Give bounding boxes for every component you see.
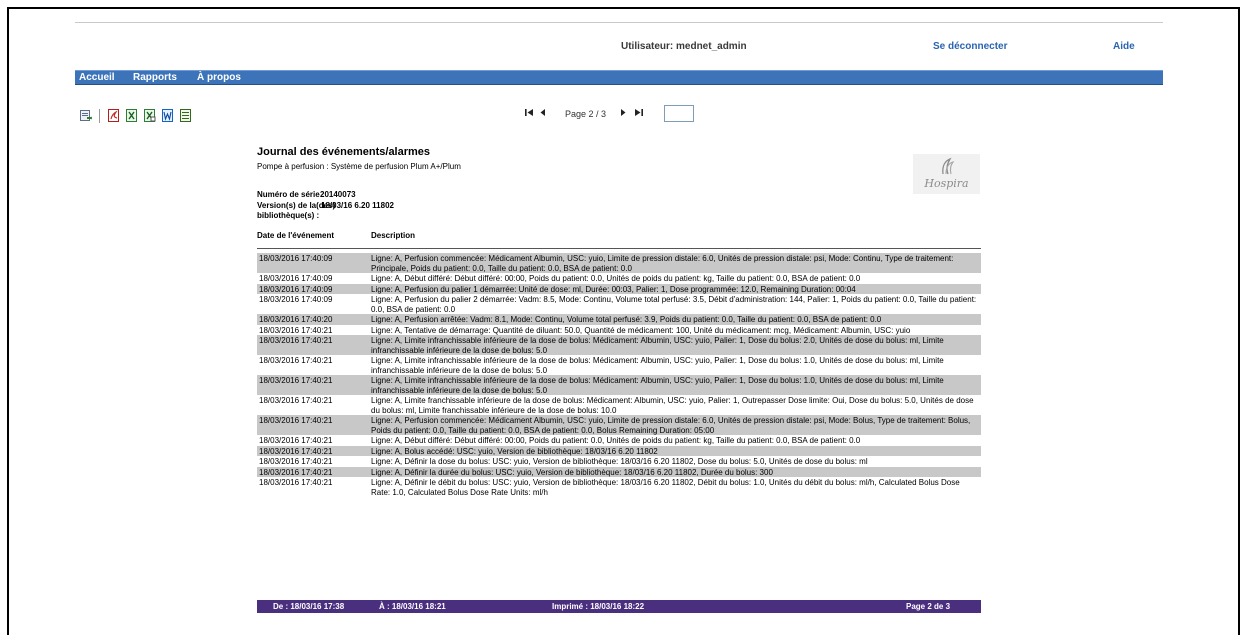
page-indicator: Page 2 / 3	[565, 109, 607, 119]
event-date: 18/03/2016 17:40:21	[259, 356, 333, 365]
last-page-icon	[635, 109, 643, 116]
table-row: 18/03/2016 17:40:21 Ligne: A, Limite infr…	[257, 355, 981, 375]
csv-icon[interactable]	[180, 109, 192, 122]
event-date: 18/03/2016 17:40:21	[259, 446, 333, 456]
table-row: 18/03/2016 17:40:21 Ligne: A, Limite infr…	[257, 375, 981, 395]
help-link[interactable]: Aide	[1113, 41, 1135, 52]
table-row: 18/03/2016 17:40:20 Ligne: A, Perfusion a…	[257, 314, 981, 325]
event-date: 18/03/2016 17:40:21	[259, 336, 333, 345]
event-date: 18/03/2016 17:40:21	[259, 325, 333, 335]
previous-page-icon	[540, 109, 545, 116]
event-date: 18/03/2016 17:40:21	[259, 467, 333, 477]
event-description: Ligne: A, Perfusion du palier 2 démarrée…	[371, 295, 977, 314]
table-row: 18/03/2016 17:40:21 Ligne: A, Début diffé…	[257, 435, 981, 446]
table-row: 18/03/2016 17:40:21 Ligne: A, Limite fran…	[257, 395, 981, 415]
column-header-description: Description	[371, 231, 416, 240]
table-row: 18/03/2016 17:40:21 Ligne: A, Perfusion c…	[257, 415, 981, 435]
column-header-date: Date de l'événement	[257, 231, 335, 240]
event-description: Ligne: A, Début différé: Début différé: …	[371, 274, 861, 283]
event-description: Ligne: A, Limite franchissable inférieur…	[371, 396, 974, 415]
report-title: Journal des événements/alarmes	[257, 146, 431, 158]
event-date: 18/03/2016 17:40:09	[259, 284, 333, 294]
table-row: 18/03/2016 17:40:09 Ligne: A, Début diffé…	[257, 273, 981, 284]
event-description: Ligne: A, Limite infranchissable inférie…	[371, 336, 944, 355]
first-page-button[interactable]	[525, 108, 534, 119]
table-row: 18/03/2016 17:40:21 Ligne: A, Définir la …	[257, 466, 981, 477]
table-row: 18/03/2016 17:40:21 Ligne: A, Limite infr…	[257, 335, 981, 355]
excel-icon[interactable]	[126, 109, 138, 122]
event-date: 18/03/2016 17:40:21	[259, 436, 333, 445]
page-number-input[interactable]	[664, 105, 694, 122]
serial-number-value: 20140073	[320, 190, 356, 199]
event-description: Ligne: A, Perfusion arrêtée: Vadm: 8.1, …	[371, 315, 882, 324]
pdf-icon[interactable]	[108, 109, 120, 122]
previous-page-button[interactable]	[540, 108, 546, 119]
first-page-icon	[525, 109, 533, 116]
logo-text: Hospira	[924, 177, 969, 190]
event-date: 18/03/2016 17:40:09	[259, 254, 333, 263]
table-row: 18/03/2016 17:40:21 Ligne: A, Définir le …	[257, 477, 981, 497]
logo-mark-icon	[942, 157, 955, 175]
header-divider	[75, 22, 1163, 23]
event-description: Ligne: A, Définir la durée du bolus: USC…	[371, 467, 773, 477]
word-icon[interactable]	[162, 109, 174, 122]
event-date: 18/03/2016 17:40:21	[259, 457, 333, 466]
event-description: Ligne: A, Tentative de démarrage: Quanti…	[371, 325, 911, 335]
next-page-button[interactable]	[620, 108, 626, 119]
footer-from: De : 18/03/16 17:38	[273, 602, 345, 611]
hospira-logo: Hospira	[913, 154, 980, 194]
event-description: Ligne: A, Perfusion commencée: Médicamen…	[371, 254, 954, 273]
table-row: 18/03/2016 17:40:21 Ligne: A, Tentative d…	[257, 325, 981, 336]
footer-to: À : 18/03/16 18:21	[379, 602, 446, 611]
table-row: 18/03/2016 17:40:21 Ligne: A, Définir la …	[257, 456, 981, 467]
next-page-icon	[621, 109, 626, 116]
table-row: 18/03/2016 17:40:21 Ligne: A, Bolus accéd…	[257, 445, 981, 456]
main-menu-bar: Accueil Rapports À propos	[75, 70, 1163, 85]
report-footer: De : 18/03/16 17:38 À : 18/03/16 18:21 I…	[257, 600, 981, 613]
event-date: 18/03/2016 17:40:09	[259, 274, 333, 283]
event-date: 18/03/2016 17:40:21	[259, 376, 333, 385]
table-row: 18/03/2016 17:40:09 Ligne: A, Perfusion d…	[257, 294, 981, 314]
table-row: 18/03/2016 17:40:09 Ligne: A, Perfusion d…	[257, 283, 981, 294]
event-description: Ligne: A, Limite infranchissable inférie…	[371, 376, 944, 395]
table-row: 18/03/2016 17:40:09 Ligne: A, Perfusion c…	[257, 253, 981, 273]
footer-page: Page 2 de 3	[906, 602, 951, 611]
logout-link[interactable]: Se déconnecter	[933, 41, 1007, 52]
event-date: 18/03/2016 17:40:09	[259, 295, 333, 304]
event-description: Ligne: A, Perfusion commencée: Médicamen…	[371, 416, 971, 435]
excel-data-icon[interactable]	[144, 109, 156, 122]
user-label: Utilisateur: mednet_admin	[621, 41, 747, 52]
menu-item-about[interactable]: À propos	[197, 72, 241, 83]
event-date: 18/03/2016 17:40:21	[259, 396, 333, 405]
toolbar-separator	[99, 109, 100, 123]
column-header-divider	[257, 248, 981, 249]
serial-number-label: Numéro de série :	[257, 190, 325, 199]
last-page-button[interactable]	[634, 108, 643, 119]
export-icon[interactable]	[80, 109, 92, 122]
event-description: Ligne: A, Bolus accédé: USC: yuio, Versi…	[371, 446, 658, 456]
event-date: 18/03/2016 17:40:21	[259, 478, 333, 487]
event-date: 18/03/2016 17:40:20	[259, 315, 333, 324]
event-description: Ligne: A, Limite infranchissable inférie…	[371, 356, 944, 375]
event-description: Ligne: A, Début différé: Début différé: …	[371, 436, 861, 445]
event-date: 18/03/2016 17:40:21	[259, 416, 333, 425]
event-table-body: 18/03/2016 17:40:09 Ligne: A, Perfusion c…	[257, 253, 981, 497]
menu-item-home[interactable]: Accueil	[79, 72, 115, 83]
footer-printed: Imprimé : 18/03/16 18:22	[552, 602, 645, 611]
event-description: Ligne: A, Définir la dose du bolus: USC:…	[371, 457, 868, 466]
menu-item-reports[interactable]: Rapports	[133, 72, 177, 83]
library-version-value: 18/03/16 6.20 11802	[321, 201, 394, 210]
event-description: Ligne: A, Définir le débit du bolus: USC…	[371, 478, 960, 497]
pump-description: Pompe à perfusion : Système de perfusion…	[257, 162, 461, 171]
event-description: Ligne: A, Perfusion du palier 1 démarrée…	[371, 284, 856, 294]
